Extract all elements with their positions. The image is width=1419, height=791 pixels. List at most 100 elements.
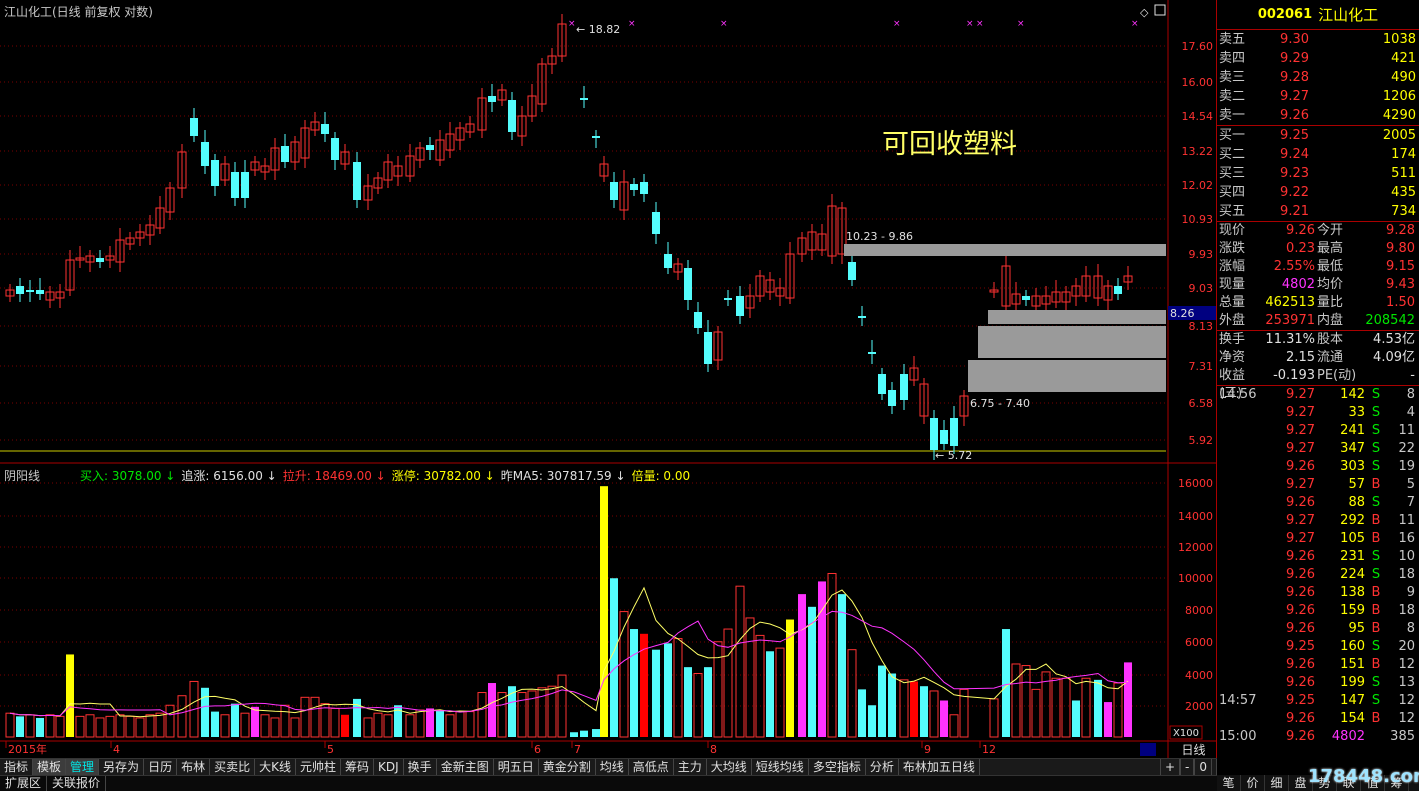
indicator-value: 倍量: 0.00 bbox=[631, 469, 691, 483]
indicator-tab[interactable]: 分析 bbox=[866, 759, 899, 775]
indicator-tab[interactable]: 换手 bbox=[404, 759, 437, 775]
tick-time: 14:57 bbox=[1219, 693, 1257, 708]
tick-count: 11 bbox=[1398, 513, 1415, 528]
indicator-tab[interactable]: 日历 bbox=[144, 759, 178, 775]
indicator-tab[interactable]: 模板 bbox=[33, 759, 67, 775]
stat-value: 4.53亿 bbox=[1373, 332, 1415, 347]
tick-volume: 154 bbox=[1340, 711, 1365, 726]
volume-bar bbox=[517, 692, 527, 738]
signal-mark: × bbox=[628, 19, 636, 29]
stat-label: 涨跌 bbox=[1219, 241, 1246, 256]
bid-row: 买三 9.23 511 bbox=[1217, 164, 1419, 183]
tick-row: 9.27 241 S 11 bbox=[1217, 422, 1419, 440]
signal-mark: × bbox=[720, 19, 728, 29]
stat-label: 流通 bbox=[1317, 350, 1344, 365]
book-volume: 2005 bbox=[1382, 128, 1416, 143]
indicator-value: 拉升: 18469.00 ↓ bbox=[282, 469, 386, 483]
signal-mark: × bbox=[893, 19, 901, 29]
indicator-tab[interactable]: 大均线 bbox=[707, 759, 752, 775]
indicator-tab[interactable]: 多空指标 bbox=[809, 759, 866, 775]
candle-down bbox=[580, 98, 588, 100]
book-label: 买二 bbox=[1219, 147, 1246, 162]
candle-down bbox=[1114, 286, 1122, 294]
right-tab[interactable]: 价 bbox=[1241, 775, 1265, 791]
indicator-tab[interactable]: 金新主图 bbox=[437, 759, 494, 775]
stat-value: 9.28 bbox=[1386, 223, 1415, 238]
tick-volume: 292 bbox=[1340, 513, 1365, 528]
volume-bar bbox=[1061, 677, 1071, 738]
tick-price: 9.26 bbox=[1286, 657, 1315, 672]
book-volume: 4290 bbox=[1382, 108, 1416, 123]
indicator-tab[interactable]: 另存为 bbox=[99, 759, 145, 775]
stat-row: 现价 9.26 今开 9.28 bbox=[1217, 222, 1419, 240]
candle-down bbox=[664, 254, 672, 268]
stat-label: 内盘 bbox=[1317, 313, 1344, 328]
tick-count: 8 bbox=[1406, 387, 1415, 402]
indicator-tab[interactable]: 主力 bbox=[674, 759, 707, 775]
zoom-button[interactable]: - bbox=[1180, 759, 1195, 775]
indicator-tab[interactable]: KDJ bbox=[374, 759, 404, 775]
indicator-header: 阴阳线 买入: 3078.00 ↓ 追涨: 6156.00 ↓ 拉升: 18469.0… bbox=[4, 467, 696, 484]
candle-down bbox=[331, 138, 339, 160]
stat-value: 1.50 bbox=[1386, 295, 1415, 310]
tick-volume: 303 bbox=[1340, 459, 1365, 474]
volume-bar bbox=[888, 673, 896, 737]
stats2-list: 换手 11.31% 股本 4.53亿 净资 2.15 流通 4.09亿 收益(三) -0.193 P… bbox=[1217, 331, 1419, 401]
volume-bar bbox=[600, 486, 608, 737]
indicator-tab[interactable]: 布林加五日线 bbox=[899, 759, 980, 775]
indicator-tab[interactable]: 布林 bbox=[177, 759, 211, 775]
kline-chart[interactable]: 17.60 16.00 14.54 13.22 12.02 10.93 9.93 9.03 8.… bbox=[0, 0, 1217, 758]
indicator-tab[interactable]: 大K线 bbox=[255, 759, 296, 775]
indicator-tab[interactable]: 短线均线 bbox=[752, 759, 809, 775]
range-label-1: 10.23 - 9.86 bbox=[846, 230, 913, 243]
tick-row: 9.27 105 B 16 bbox=[1217, 530, 1419, 548]
volume-bar bbox=[220, 714, 230, 738]
indicator-tab[interactable]: 均线 bbox=[596, 759, 629, 775]
zoom-button[interactable]: + bbox=[1159, 759, 1181, 775]
ask-row: 卖五 9.30 1038 bbox=[1217, 30, 1419, 49]
stat-label: PE(动) bbox=[1317, 368, 1357, 383]
stat-value: 9.15 bbox=[1386, 259, 1415, 274]
tick-row: 14:56 9.27 142 S 8 bbox=[1217, 386, 1419, 404]
volume-bar bbox=[580, 730, 588, 737]
indicator-tab[interactable]: 高低点 bbox=[629, 759, 674, 775]
tick-time bbox=[1217, 620, 1265, 638]
tick-volume: 33 bbox=[1348, 405, 1365, 420]
candle-down bbox=[16, 286, 24, 294]
chip-distribution-bar bbox=[978, 326, 1166, 358]
volume-bar bbox=[723, 628, 733, 738]
right-tab[interactable]: 笔 bbox=[1217, 775, 1241, 791]
chart-area[interactable]: 17.60 16.00 14.54 13.22 12.02 10.93 9.93 9.03 8.… bbox=[0, 0, 1217, 758]
candle-down bbox=[190, 118, 198, 136]
daily-period-button[interactable]: 日线 bbox=[1170, 743, 1217, 758]
tick-count: 20 bbox=[1398, 639, 1415, 654]
tick-price: 9.26 bbox=[1286, 675, 1315, 690]
zoom-button[interactable]: 0 bbox=[1194, 759, 1212, 775]
tick-time bbox=[1217, 566, 1265, 584]
indicator-tab[interactable]: 买卖比 bbox=[210, 759, 256, 775]
indicator-tab[interactable]: 黄金分割 bbox=[539, 759, 596, 775]
extension-tab[interactable]: 扩展区 bbox=[0, 776, 48, 791]
indicator-name: 阴阳线 bbox=[4, 469, 41, 483]
tick-price: 9.27 bbox=[1286, 513, 1315, 528]
candle-down bbox=[900, 374, 908, 400]
indicator-tab[interactable]: 元帅柱 bbox=[296, 759, 341, 775]
indicator-tab[interactable]: 明五日 bbox=[494, 759, 539, 775]
volume-bar bbox=[155, 712, 165, 738]
volume-bar bbox=[693, 673, 703, 738]
volume-bar bbox=[260, 714, 270, 738]
indicator-tab[interactable]: 筹码 bbox=[341, 759, 375, 775]
book-volume: 435 bbox=[1391, 185, 1416, 200]
volume-bar bbox=[735, 585, 745, 738]
extension-tab[interactable]: 关联报价 bbox=[47, 776, 107, 791]
book-label: 买一 bbox=[1219, 128, 1246, 143]
tick-side: B bbox=[1371, 513, 1381, 528]
indicator-tab[interactable]: 指标 bbox=[0, 759, 34, 775]
tick-row: 9.26 231 S 10 bbox=[1217, 548, 1419, 566]
book-label: 卖四 bbox=[1219, 51, 1246, 66]
indicator-tab[interactable]: 管理 bbox=[66, 759, 100, 775]
right-tab[interactable]: 细 bbox=[1265, 775, 1289, 791]
volume-bar bbox=[270, 717, 280, 738]
volume-bar bbox=[899, 679, 909, 738]
book-price: 9.25 bbox=[1280, 128, 1309, 143]
